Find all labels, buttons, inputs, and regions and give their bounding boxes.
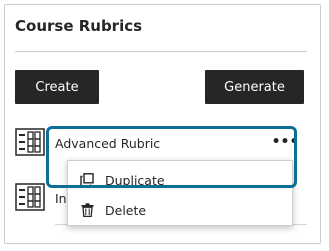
title-divider bbox=[15, 51, 307, 52]
menu-item-duplicate[interactable]: Duplicate bbox=[68, 165, 292, 195]
rubric-item-label[interactable]: Advanced Rubric bbox=[55, 136, 160, 151]
rubric-grid-icon bbox=[15, 128, 45, 156]
duplicate-icon bbox=[79, 172, 95, 188]
menu-item-label: Delete bbox=[105, 202, 147, 218]
menu-item-label: Duplicate bbox=[105, 172, 165, 188]
create-button[interactable]: Create bbox=[15, 70, 99, 104]
trash-icon bbox=[79, 202, 95, 218]
rubric-grid-icon bbox=[15, 183, 45, 211]
more-options-icon[interactable]: ••• bbox=[272, 134, 299, 150]
context-menu: Duplicate Delete bbox=[67, 160, 293, 226]
generate-button[interactable]: Generate bbox=[205, 70, 304, 104]
course-rubrics-panel: Course Rubrics Create Generate Advanced … bbox=[4, 4, 321, 244]
panel-title: Course Rubrics bbox=[15, 17, 143, 35]
menu-item-delete[interactable]: Delete bbox=[68, 195, 292, 225]
